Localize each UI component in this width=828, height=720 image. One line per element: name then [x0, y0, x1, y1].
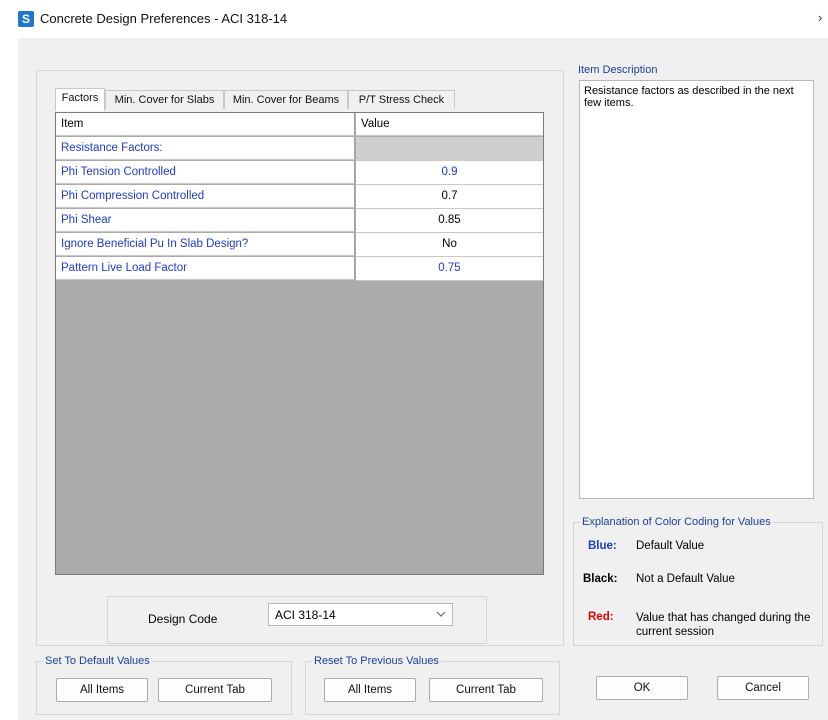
legend-red-key: Red: [588, 611, 614, 623]
row-item-label[interactable]: Resistance Factors: [56, 137, 355, 160]
row-value-cell[interactable]: 0.85 [356, 209, 543, 233]
reset-previous-current-tab-button[interactable]: Current Tab [429, 678, 543, 702]
row-item-label[interactable]: Pattern Live Load Factor [56, 257, 355, 280]
legend-blue-desc: Default Value [636, 540, 705, 552]
legend-blue-key: Blue: [588, 540, 617, 552]
table-row[interactable]: Pattern Live Load Factor 0.75 [56, 257, 543, 281]
grid-header: Item Value [56, 113, 543, 137]
design-code-dropdown[interactable]: ACI 318-14 [268, 603, 453, 626]
table-row[interactable]: Phi Shear 0.85 [56, 209, 543, 233]
tab-min-cover-beams[interactable]: Min. Cover for Beams [224, 90, 348, 109]
item-description-text: Resistance factors as described in the n… [579, 80, 814, 499]
title-bar: S Concrete Design Preferences - ACI 318-… [0, 0, 828, 38]
column-header-value[interactable]: Value [356, 113, 543, 136]
set-default-title: Set To Default Values [43, 654, 152, 668]
set-default-current-tab-button[interactable]: Current Tab [158, 678, 272, 702]
table-row[interactable]: Phi Compression Controlled 0.7 [56, 185, 543, 209]
row-value-cell[interactable]: 0.9 [356, 161, 543, 185]
tab-pt-stress-check[interactable]: P/T Stress Check [348, 90, 455, 109]
tab-min-cover-slabs[interactable]: Min. Cover for Slabs [105, 90, 224, 109]
table-row[interactable]: Resistance Factors: [56, 137, 543, 161]
row-item-label[interactable]: Phi Shear [56, 209, 355, 232]
table-row[interactable]: Phi Tension Controlled 0.9 [56, 161, 543, 185]
row-value-cell[interactable]: No [356, 233, 543, 257]
window-title: Concrete Design Preferences - ACI 318-14 [40, 11, 288, 26]
preferences-grid: Item Value Resistance Factors: Phi Tensi… [55, 112, 544, 575]
row-item-label[interactable]: Phi Tension Controlled [56, 161, 355, 184]
legend-black-key: Black: [583, 573, 618, 585]
row-value-cell[interactable]: 0.75 [356, 257, 543, 281]
design-code-value: ACI 318-14 [275, 608, 336, 622]
ok-button[interactable]: OK [596, 676, 688, 700]
reset-previous-title: Reset To Previous Values [312, 654, 441, 668]
reset-previous-all-items-button[interactable]: All Items [324, 678, 416, 702]
item-description-title: Item Description [578, 64, 658, 76]
legend-red-desc: Value that has changed during the curren… [636, 612, 811, 638]
row-value-cell[interactable]: 0.7 [356, 185, 543, 209]
row-value-cell [356, 137, 543, 161]
close-icon[interactable]: › [818, 10, 822, 25]
design-code-label: Design Code [148, 612, 218, 626]
legend-black-desc: Not a Default Value [636, 573, 735, 585]
row-item-label[interactable]: Phi Compression Controlled [56, 185, 355, 208]
row-item-label[interactable]: Ignore Beneficial Pu In Slab Design? [56, 233, 355, 256]
chevron-down-icon [435, 607, 447, 624]
table-row[interactable]: Ignore Beneficial Pu In Slab Design? No [56, 233, 543, 257]
app-icon: S [18, 11, 34, 27]
set-default-all-items-button[interactable]: All Items [56, 678, 148, 702]
color-legend-title: Explanation of Color Coding for Values [580, 515, 773, 529]
cancel-button[interactable]: Cancel [717, 676, 809, 700]
column-header-item[interactable]: Item [56, 113, 355, 136]
tab-factors[interactable]: Factors [55, 88, 105, 111]
